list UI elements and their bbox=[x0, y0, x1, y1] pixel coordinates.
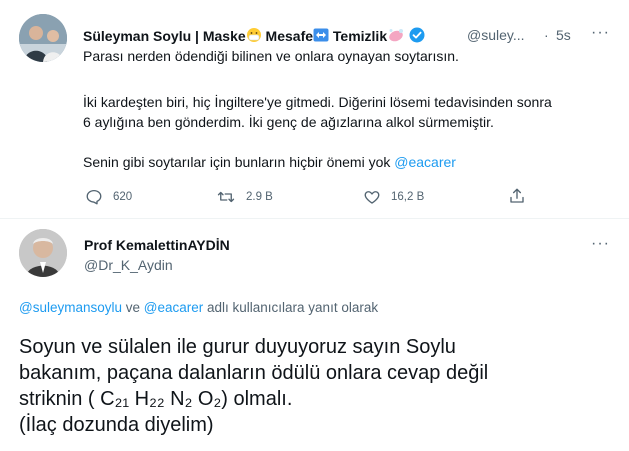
tweet-reply[interactable]: Prof KemalettinAYDİN @Dr_K_Aydin ··· @su… bbox=[0, 219, 629, 451]
verified-badge-icon bbox=[409, 27, 425, 46]
more-options-button[interactable]: ··· bbox=[591, 235, 610, 253]
author-handle[interactable]: @Dr_K_Aydin bbox=[84, 257, 173, 273]
mention-link[interactable]: @eacarer bbox=[394, 154, 456, 170]
tweet-original[interactable]: Süleyman Soylu | Maske Mesafe Temizlik @… bbox=[0, 0, 629, 218]
tweet-text-line: Parası nerden ödendiği bilinen ve onlara… bbox=[83, 48, 459, 64]
reply-icon bbox=[86, 189, 102, 205]
author-handle[interactable]: @suley... bbox=[467, 27, 525, 43]
replying-suffix: adlı kullanıcılara yanıt olarak bbox=[203, 300, 379, 315]
reply-button[interactable]: 620 bbox=[85, 188, 132, 206]
avatar[interactable] bbox=[19, 229, 67, 277]
soap-icon bbox=[387, 27, 405, 46]
retweet-button[interactable]: 2.9 B bbox=[216, 188, 273, 206]
replying-to: @suleymansoylu ve @eacarer adlı kullanıc… bbox=[19, 300, 378, 315]
tweet-text-prefix: Senin gibi soytarılar için bunların hiçb… bbox=[83, 154, 395, 170]
separator-dot: · bbox=[544, 27, 549, 43]
mention-link[interactable]: @suleymansoylu bbox=[19, 300, 122, 315]
left-right-arrow-icon bbox=[313, 27, 329, 46]
tweet-text-line: Senin gibi soytarılar için bunların hiçb… bbox=[83, 152, 456, 172]
share-icon bbox=[510, 188, 524, 203]
reply-text-line: striknin ( C₂₁ H₂₂ N₂ O₂) olmalı. bbox=[19, 388, 293, 410]
author-name-part3: Temizlik bbox=[332, 28, 388, 44]
like-count: 16,2 B bbox=[391, 191, 425, 203]
author-name-part1: Süleyman Soylu | Maske bbox=[83, 28, 246, 44]
mention-link[interactable]: @eacarer bbox=[144, 300, 203, 315]
author-name[interactable]: Prof KemalettinAYDİN bbox=[84, 237, 230, 253]
reply-text-line: (İlaç dozunda diyelim) bbox=[19, 414, 214, 436]
retweet-count: 2.9 B bbox=[246, 191, 273, 203]
reply-text-line: bakanım, paçana dalanların ödülü onlara … bbox=[19, 362, 489, 384]
mask-emoji-icon bbox=[246, 27, 262, 46]
tweet-text-line: 6 aylığına ben gönderdim. İki genç de ağ… bbox=[83, 114, 494, 130]
timestamp[interactable]: 5s bbox=[556, 27, 571, 43]
author-name[interactable]: Süleyman Soylu | Maske Mesafe Temizlik bbox=[83, 27, 425, 46]
reply-count: 620 bbox=[113, 191, 133, 203]
replying-conjunction: ve bbox=[122, 300, 144, 315]
retweet-icon bbox=[217, 191, 235, 203]
share-button[interactable] bbox=[508, 187, 536, 205]
reply-text: Soyun ve sülalen ile gurur duyuyoruz say… bbox=[19, 334, 488, 438]
reply-text-line: Soyun ve sülalen ile gurur duyuyoruz say… bbox=[19, 336, 456, 358]
like-button[interactable]: 16,2 B bbox=[363, 188, 424, 206]
tweet-text-line: İki kardeşten biri, hiç İngiltere'ye git… bbox=[83, 94, 552, 110]
heart-icon bbox=[364, 191, 380, 204]
more-options-button[interactable]: ··· bbox=[591, 24, 610, 42]
avatar[interactable] bbox=[19, 14, 67, 62]
author-name-part2: Mesafe bbox=[265, 28, 314, 44]
